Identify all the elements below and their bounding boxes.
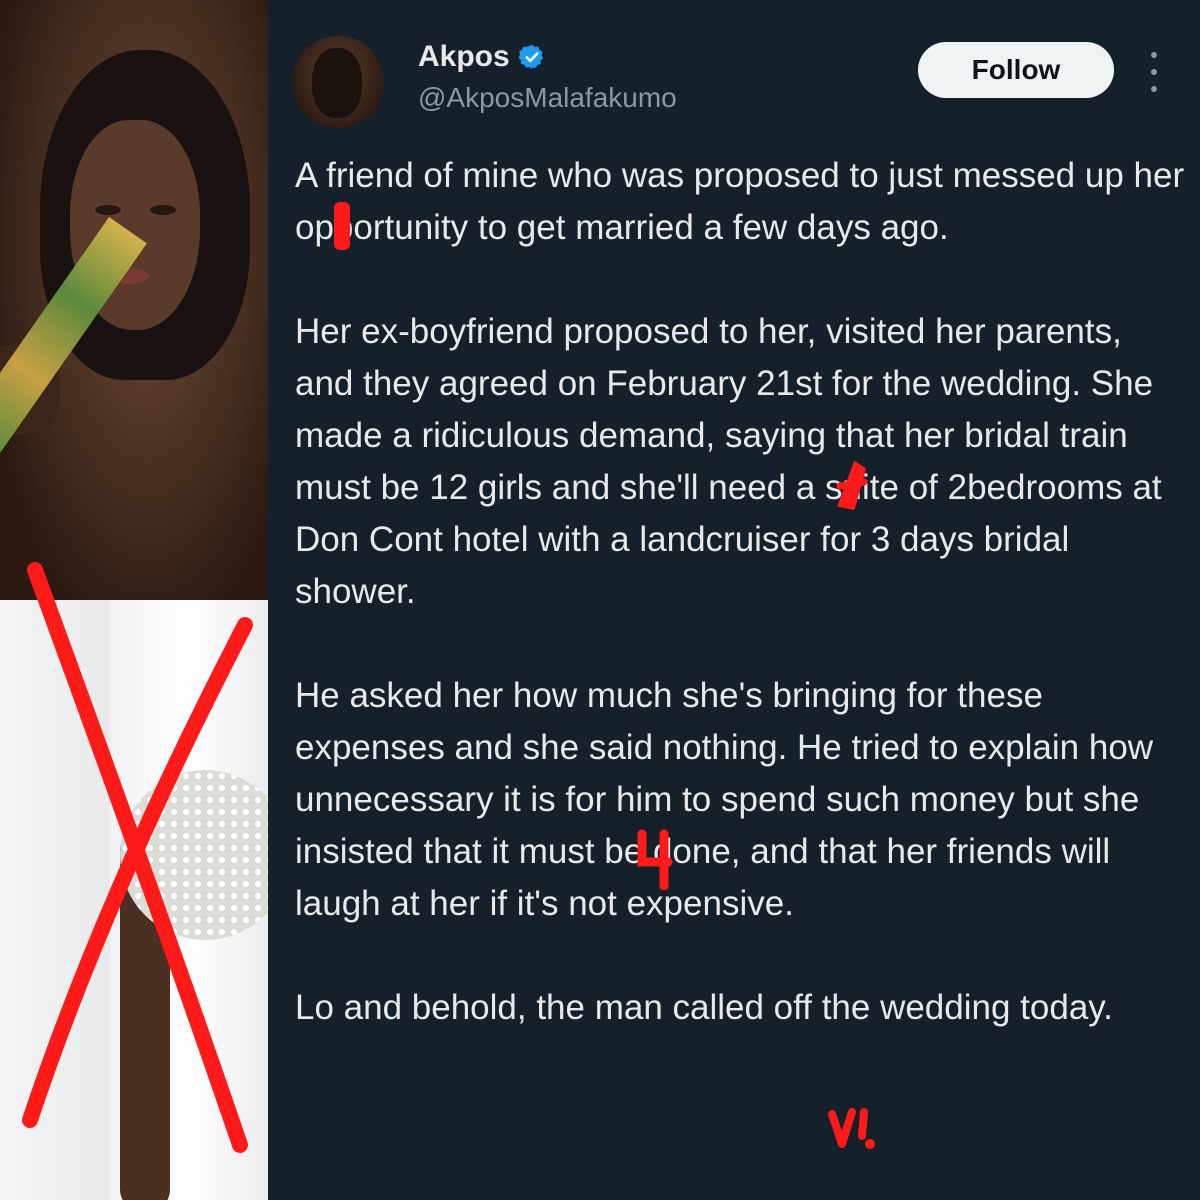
photo-collage [0,0,268,1200]
follow-button[interactable]: Follow [918,42,1114,98]
more-options-icon[interactable] [1140,52,1168,92]
display-name[interactable]: Akpos [418,40,510,74]
verified-badge-icon [518,44,543,70]
user-handle[interactable]: @AkposMalafakumo [418,82,677,114]
red-scribble-mark [637,829,673,890]
avatar[interactable] [292,36,384,128]
red-scribble-mark [836,460,868,510]
tweet-paragraph: He asked her how much she's bringing for… [295,676,1154,923]
author-name-row: Akpos [418,40,546,74]
tweet-paragraph: Her ex-boyfriend proposed to her, visite… [295,312,1162,611]
tweet-paragraph: Lo and behold, the man called off the we… [295,988,1113,1027]
red-x-mark-icon [22,562,253,1153]
tweet-text: A friend of mine who was proposed to jus… [295,150,1185,1086]
tweet-paragraph: A friend of mine who was proposed to jus… [295,156,1185,247]
red-scribble-mark [828,1108,875,1149]
red-scribble-mark [334,202,350,250]
woman-selfie-photo [0,0,268,600]
